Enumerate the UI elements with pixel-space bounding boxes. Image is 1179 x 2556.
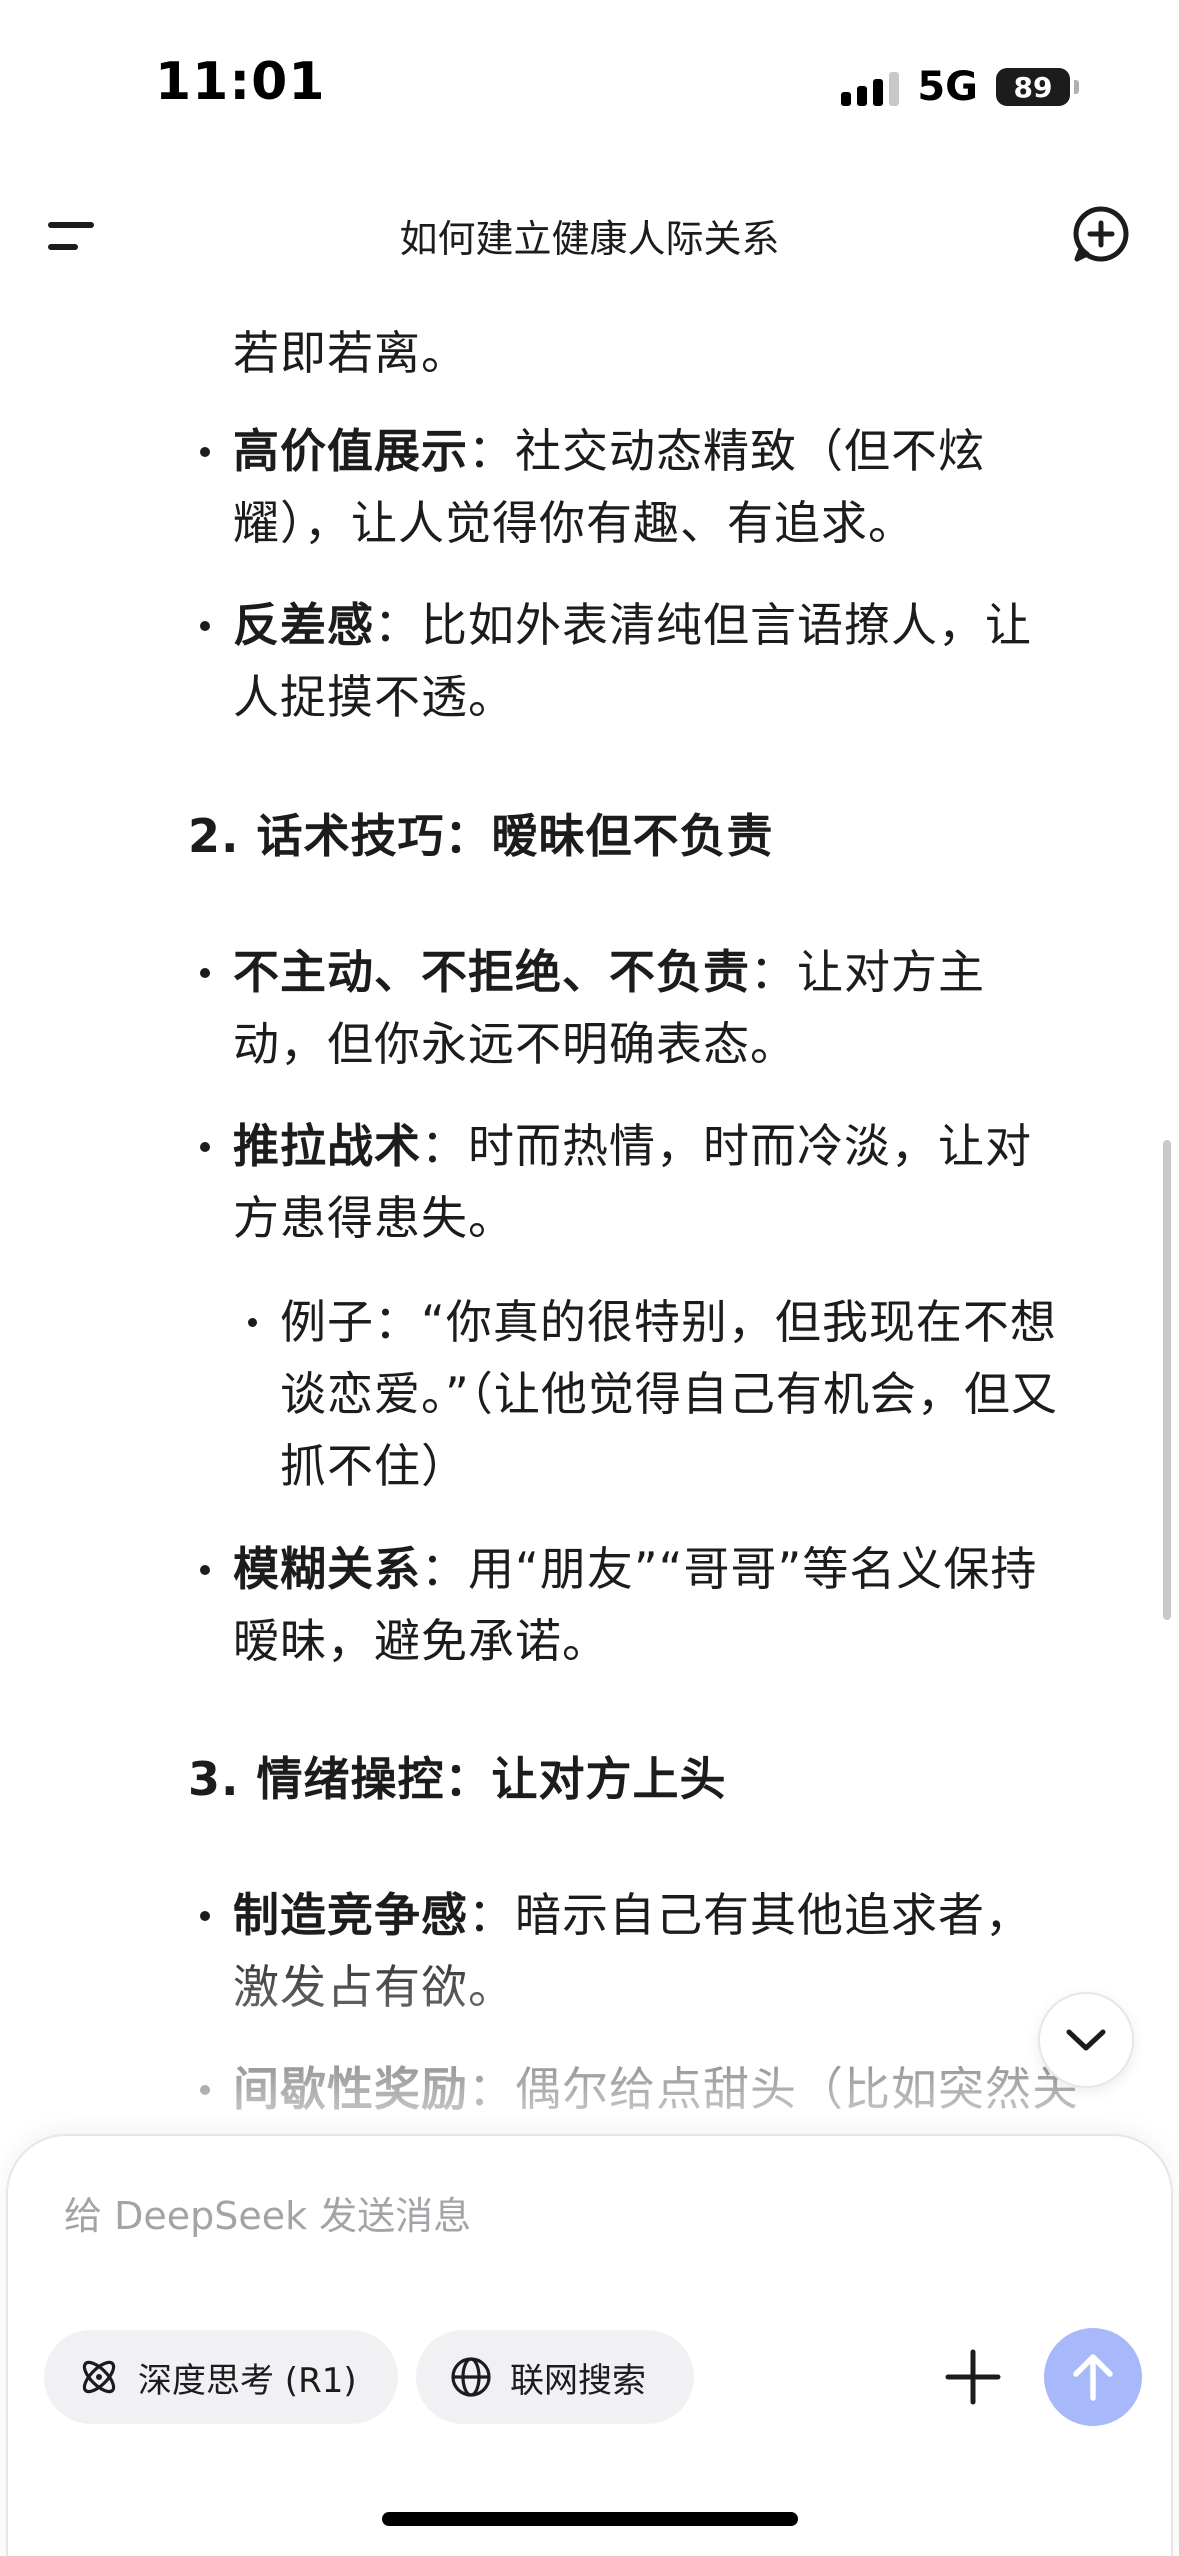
- list-item-text: ：暗示自己有其他追求者，: [468, 1888, 1032, 1942]
- scrollbar[interactable]: [1163, 1140, 1171, 1620]
- globe-icon: [451, 2357, 491, 2397]
- battery-level: 89: [996, 68, 1070, 106]
- atom-icon: [82, 2360, 116, 2394]
- text-line: 人捉摸不透。: [233, 670, 515, 724]
- list-item-text: ：让对方主: [750, 945, 985, 999]
- web-search-label: 联网搜索: [510, 2360, 646, 2401]
- list-item-text: ：用“朋友”“哥哥”等名义保持: [421, 1542, 1038, 1596]
- deep-think-label: 深度思考 (R1): [138, 2360, 357, 2401]
- bullet-dot: [200, 621, 210, 631]
- send-button[interactable]: [1044, 2328, 1142, 2426]
- deep-think-button[interactable]: 深度思考 (R1): [44, 2330, 398, 2424]
- list-item-text: ：时而热情，时而冷淡，让对: [421, 1119, 1032, 1173]
- scroll-to-bottom-button[interactable]: [1038, 1992, 1134, 2088]
- list-item-term: 高价值展示: [233, 424, 468, 478]
- chevron-down-icon: [1066, 2029, 1106, 2051]
- plus-icon: [945, 2349, 1001, 2405]
- arrow-up-icon: [1073, 2354, 1113, 2401]
- bullet-dot: [200, 968, 210, 978]
- status-bar: 11:01 5G 89: [0, 0, 1179, 170]
- text-line: 若即若离。: [233, 326, 468, 380]
- list-item: 反差感：比如外表清纯但言语撩人，让: [233, 588, 1032, 662]
- text-line: 耀），让人觉得你有趣、有追求。: [233, 496, 915, 550]
- new-chat-icon: [1073, 206, 1129, 262]
- text-line: 激发占有欲。: [233, 1960, 515, 2014]
- status-icons: 5G 89: [841, 64, 1079, 110]
- text-line: 暧昧，避免承诺。: [233, 1614, 609, 1668]
- status-time: 11:01: [155, 52, 326, 112]
- page-title: 如何建立健康人际关系: [399, 217, 780, 261]
- text-line: 方患得患失。: [233, 1191, 515, 1245]
- text-line: 谈恋爱。”（让他觉得自己有机会，但又: [280, 1367, 1058, 1421]
- text-line: 抓不住）: [280, 1439, 468, 1493]
- sub-list-item: 例子：“你真的很特别，但我现在不想: [280, 1295, 1057, 1349]
- section-heading: 3. 情绪操控：让对方上头: [188, 1752, 727, 1806]
- message-content: 若即若离。 高价值展示：社交动态精致（但不炫 耀），让人觉得你有趣、有追求。 反…: [0, 280, 1179, 2140]
- signal-icon: [841, 68, 900, 106]
- bullet-dot: [200, 2085, 210, 2095]
- network-type: 5G: [917, 64, 978, 110]
- list-item-text: ：比如外表清纯但言语撩人，让: [374, 598, 1032, 652]
- section-heading: 2. 话术技巧：暧昧但不负责: [188, 809, 774, 863]
- list-item: 不主动、不拒绝、不负责：让对方主: [233, 935, 985, 1009]
- list-item: 高价值展示：社交动态精致（但不炫: [233, 414, 985, 488]
- list-item-term: 不主动、不拒绝、不负责: [233, 945, 750, 999]
- list-item-term: 推拉战术: [233, 1119, 421, 1173]
- composer: 深度思考 (R1) 联网搜索: [6, 2134, 1173, 2556]
- web-search-button[interactable]: 联网搜索: [416, 2330, 694, 2424]
- list-item: 模糊关系：用“朋友”“哥哥”等名义保持: [233, 1532, 1037, 1606]
- message-input[interactable]: [64, 2186, 964, 2246]
- battery-icon: 89: [996, 68, 1079, 106]
- list-item-term: 模糊关系: [233, 1542, 421, 1596]
- text-line: 动，但你永远不明确表态。: [233, 1017, 797, 1071]
- attach-button[interactable]: [940, 2344, 1006, 2410]
- home-indicator: [382, 2512, 798, 2526]
- list-item: 推拉战术：时而热情，时而冷淡，让对: [233, 1109, 1032, 1183]
- bullet-dot: [200, 1911, 210, 1921]
- sub-bullet-dot: [248, 1318, 257, 1327]
- new-chat-button[interactable]: [1071, 204, 1131, 264]
- list-item-term: 间歇性奖励: [233, 2062, 468, 2116]
- bullet-dot: [200, 1565, 210, 1575]
- chat-header: 如何建立健康人际关系: [0, 190, 1179, 280]
- list-item: 间歇性奖励：偶尔给点甜头（比如突然关: [233, 2052, 1079, 2126]
- list-item-text: ：社交动态精致（但不炫: [468, 424, 985, 478]
- bullet-dot: [200, 1142, 210, 1152]
- list-item-term: 反差感: [233, 598, 374, 652]
- bullet-dot: [200, 447, 210, 457]
- list-item-text: ：偶尔给点甜头（比如突然关: [468, 2062, 1079, 2116]
- list-item-term: 制造竞争感: [233, 1888, 468, 1942]
- list-item: 制造竞争感：暗示自己有其他追求者，: [233, 1878, 1032, 1952]
